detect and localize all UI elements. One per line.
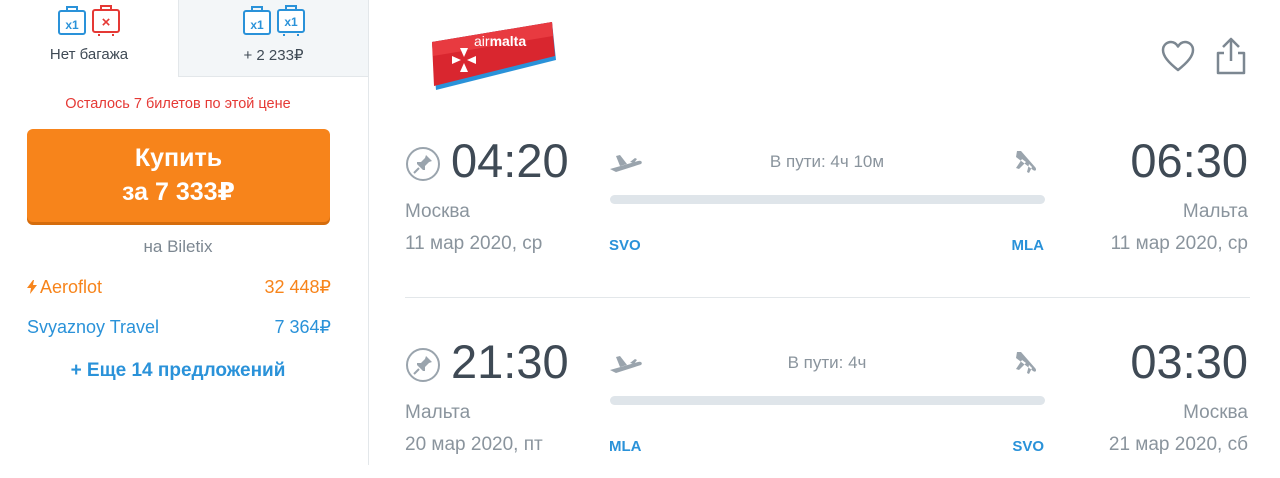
arrival-time: 06:30 — [1130, 134, 1248, 187]
logo-suffix: malta — [490, 33, 527, 49]
lightning-icon — [27, 280, 37, 294]
landing-plane-icon — [1016, 352, 1037, 374]
tab-no-baggage[interactable]: x1 × Нет багажа — [0, 0, 178, 77]
hand-luggage-x1-icon: x1 — [242, 6, 271, 35]
flight-duration: В пути: 4ч — [787, 353, 867, 372]
alt-offer-svyaznoy[interactable]: Svyaznoy Travel 7 364₽ — [27, 317, 331, 341]
buy-button[interactable]: Купить за 7 333₽ — [27, 129, 330, 222]
suitcase-none-icon: × — [92, 5, 120, 36]
departure-time: 21:30 — [451, 335, 569, 388]
hand-luggage-x1-icon: x1 — [58, 6, 86, 35]
offer-panel: x1 × Нет багажа x1 x1 + 2 233₽ Осталось … — [0, 0, 369, 465]
pin-icon[interactable] — [405, 347, 441, 383]
baggage-tabs: x1 × Нет багажа x1 x1 + 2 233₽ — [0, 0, 368, 77]
alt-offer-name: Aeroflot — [40, 277, 103, 297]
departure-iata[interactable]: MLA — [609, 438, 642, 455]
landing-plane-icon — [1016, 151, 1037, 173]
departure-iata[interactable]: SVO — [609, 237, 641, 254]
flight-segment-outbound: 04:20 Москва 11 мар 2020, ср В пути: 4ч … — [405, 134, 1250, 277]
svg-text:airmalta: airmalta — [474, 33, 526, 49]
segment-divider — [405, 297, 1250, 298]
alt-offer-aeroflot[interactable]: Aeroflot 32 448₽ — [27, 277, 331, 301]
suitcase-x1-icon: x1 — [276, 5, 305, 36]
logo-prefix: air — [474, 33, 490, 49]
departure-city: Москва — [405, 201, 470, 222]
arrival-date: 11 мар 2020, ср — [1110, 233, 1248, 254]
buy-button-price: за 7 333₽ — [122, 178, 235, 206]
hand-luggage-count: x1 — [65, 18, 79, 32]
departure-time: 04:20 — [451, 134, 569, 187]
hand-luggage-count: x1 — [250, 18, 264, 32]
tab-label: + 2 233₽ — [243, 47, 304, 64]
arrival-city: Мальта — [1182, 201, 1248, 222]
arrival-time: 03:30 — [1130, 335, 1248, 388]
flight-progress-track — [610, 396, 1045, 405]
alt-offer-price: 32 448₽ — [264, 277, 331, 297]
airline-logo: airmalta — [432, 22, 556, 90]
tab-label: Нет багажа — [49, 46, 129, 63]
departure-city: Мальта — [405, 402, 471, 423]
tab-with-baggage[interactable]: x1 x1 + 2 233₽ — [178, 0, 368, 77]
flight-progress-track — [610, 195, 1045, 204]
flight-duration: В пути: 4ч 10м — [769, 152, 885, 171]
flight-segment-return: 21:30 Мальта 20 мар 2020, пт В пути: 4ч … — [405, 335, 1250, 478]
alt-offer-name: Svyaznoy Travel — [27, 317, 160, 337]
arrival-iata[interactable]: MLA — [1012, 237, 1045, 254]
arrival-iata[interactable]: SVO — [1012, 438, 1044, 455]
departure-date: 20 мар 2020, пт — [405, 434, 543, 455]
favorite-heart-icon[interactable] — [1160, 40, 1196, 74]
share-icon[interactable] — [1213, 36, 1249, 76]
arrival-city: Москва — [1183, 402, 1248, 423]
more-offers-link[interactable]: + Еще 14 предложений — [0, 360, 356, 382]
suitcase-count: x1 — [284, 15, 298, 29]
tickets-left-warning: Осталось 7 билетов по этой цене — [65, 96, 291, 112]
buy-button-label: Купить — [134, 144, 223, 172]
agent-name: на Biletix — [143, 237, 213, 256]
alt-offer-price: 7 364₽ — [274, 317, 332, 337]
departure-date: 11 мар 2020, ср — [405, 233, 543, 254]
pin-icon[interactable] — [405, 146, 441, 182]
suitcase-none-mark: × — [102, 14, 111, 31]
arrival-date: 21 мар 2020, сб — [1108, 434, 1248, 455]
